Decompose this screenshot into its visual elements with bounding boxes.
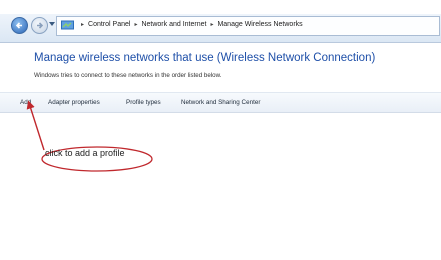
annotation-arrow-icon <box>26 100 45 151</box>
annotation-callout: click to add a profile <box>45 148 125 158</box>
annotation-overlay <box>26 100 153 172</box>
